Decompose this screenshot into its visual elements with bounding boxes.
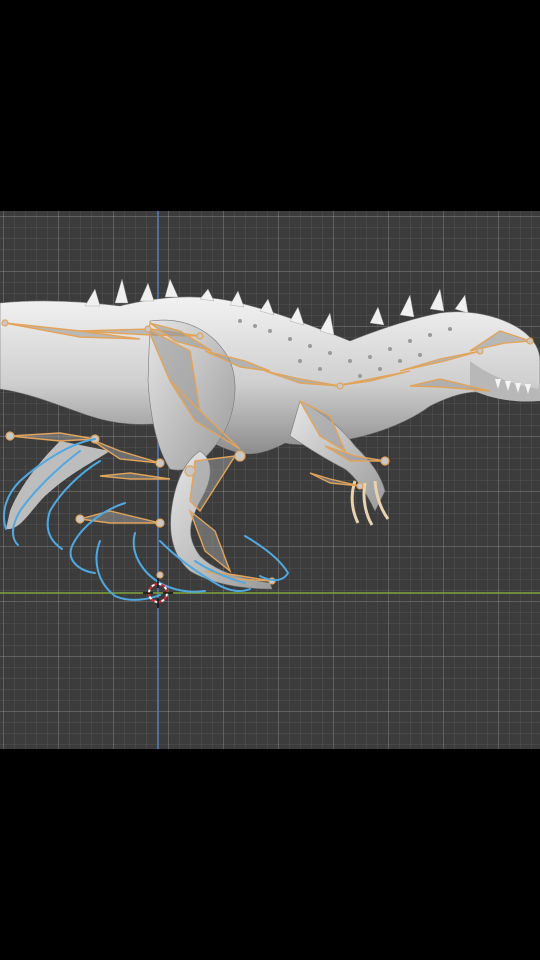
3d-viewport[interactable] [0,211,540,749]
letterbox-bottom [0,749,540,960]
letterbox-top [0,0,540,211]
viewport-scene [0,211,540,749]
dinosaur-mesh[interactable] [0,278,540,590]
